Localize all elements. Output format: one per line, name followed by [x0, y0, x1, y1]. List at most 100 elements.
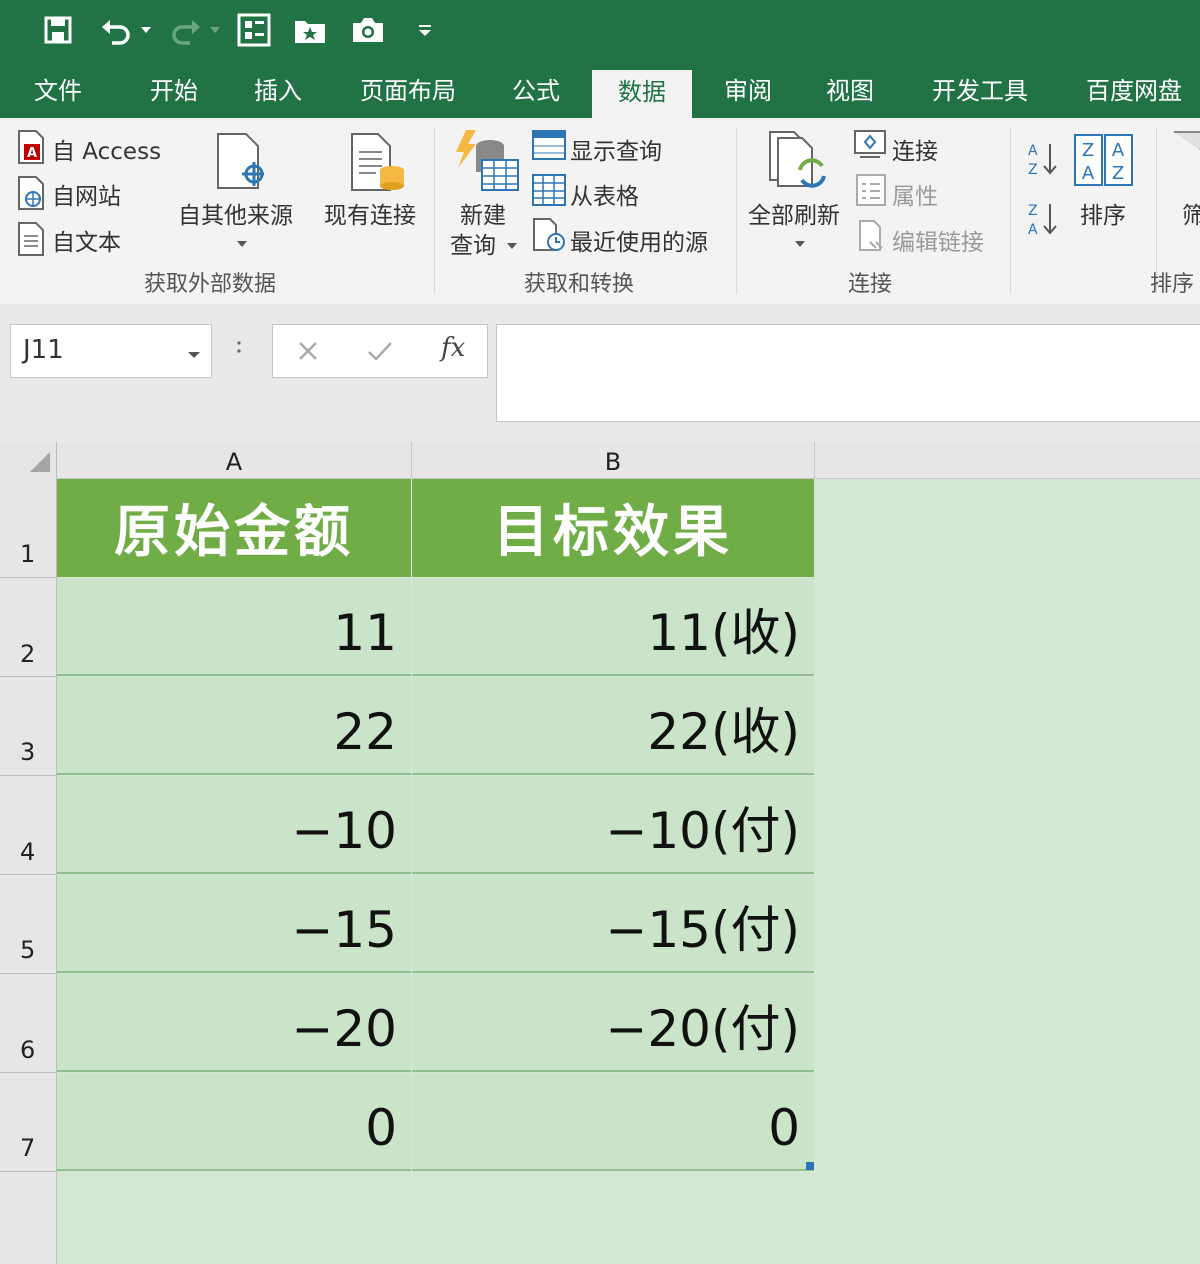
edit-links-button[interactable]: 编辑链接 [892, 223, 984, 257]
chevron-down-icon[interactable] [506, 236, 518, 255]
recent-sources-button[interactable]: 最近使用的源 [570, 223, 708, 257]
svg-text:A: A [27, 146, 37, 161]
refresh-all-button[interactable]: 全部刷新 [748, 196, 840, 230]
header-cell-b1[interactable]: 目标效果 [412, 479, 814, 577]
fill-handle[interactable] [806, 1162, 814, 1170]
cell-b5[interactable]: −15(付) [412, 875, 814, 973]
tab-baidu-netdisk[interactable]: 百度网盘 [1074, 66, 1194, 116]
svg-text:A: A [1028, 143, 1038, 159]
cancel-icon[interactable] [297, 340, 319, 366]
row-header-6[interactable]: 6 [0, 1036, 56, 1072]
tab-data[interactable]: 数据 [592, 70, 692, 118]
row-divider [0, 775, 56, 776]
tab-page-layout[interactable]: 页面布局 [348, 66, 468, 116]
sort-a-to-z-icon[interactable]: AZ [1026, 140, 1060, 182]
enter-check-icon[interactable] [367, 340, 393, 366]
undo-icon[interactable] [96, 10, 136, 50]
select-all-corner[interactable] [0, 442, 57, 478]
chevron-down-icon[interactable] [236, 234, 248, 253]
row-header-1[interactable]: 1 [0, 540, 56, 576]
row-divider [0, 874, 56, 875]
show-queries-icon [532, 130, 566, 164]
sort-button[interactable]: 排序 [1080, 196, 1126, 230]
svg-text:Z: Z [1082, 140, 1094, 161]
sort-z-to-a-icon[interactable]: ZA [1026, 200, 1060, 242]
tab-formulas[interactable]: 公式 [498, 66, 574, 116]
connections-icon [854, 130, 886, 164]
tab-home[interactable]: 开始 [136, 66, 212, 116]
chevron-down-icon[interactable] [794, 234, 806, 253]
column-header-b[interactable]: B [412, 442, 815, 478]
new-query-icon [452, 128, 520, 198]
new-query-label-2[interactable]: 查询 [450, 226, 496, 260]
cell-a6[interactable]: −20 [57, 974, 411, 1072]
row-header-5[interactable]: 5 [0, 936, 56, 972]
row-divider [0, 1072, 56, 1073]
tab-review[interactable]: 审阅 [710, 66, 786, 116]
cell-b4[interactable]: −10(付) [412, 776, 814, 874]
svg-text:A: A [1082, 163, 1095, 184]
from-text-button[interactable]: 自文本 [52, 223, 121, 257]
cell-b3[interactable]: 22(收) [412, 677, 814, 775]
cell-b6[interactable]: −20(付) [412, 974, 814, 1072]
sort-icon: ZAAZ [1074, 134, 1134, 190]
camera-icon[interactable] [348, 10, 388, 50]
recent-sources-icon [532, 218, 566, 256]
new-query-label[interactable]: 新建 [460, 196, 506, 230]
tab-developer[interactable]: 开发工具 [920, 66, 1040, 116]
show-queries-button[interactable]: 显示查询 [570, 132, 662, 166]
insert-function-icon[interactable]: fx [441, 333, 465, 363]
group-label-connections: 连接 [848, 272, 893, 297]
svg-text:Z: Z [1028, 162, 1038, 178]
ribbon-divider [1010, 128, 1011, 294]
new-folder-icon[interactable] [290, 10, 330, 50]
ribbon-divider [736, 128, 737, 294]
name-box[interactable]: J11 [10, 324, 212, 378]
cell-a4[interactable]: −10 [57, 776, 411, 874]
properties-button[interactable]: 属性 [892, 177, 938, 211]
svg-text:A: A [1112, 140, 1125, 161]
group-label-get-external-data: 获取外部数据 [144, 272, 277, 297]
row-header-2[interactable]: 2 [0, 640, 56, 676]
row-header-7[interactable]: 7 [0, 1134, 56, 1170]
redo-icon [166, 10, 206, 50]
row-divider [0, 1171, 56, 1172]
cell-a2[interactable]: 11 [57, 578, 411, 676]
from-table-icon [532, 174, 566, 210]
from-access-button[interactable]: 自 Access [52, 132, 161, 166]
form-icon[interactable] [234, 10, 274, 50]
tab-file[interactable]: 文件 [18, 66, 98, 116]
from-web-button[interactable]: 自网站 [52, 177, 121, 211]
tab-view[interactable]: 视图 [812, 66, 888, 116]
connections-button[interactable]: 连接 [892, 132, 938, 166]
customize-qat-icon[interactable] [412, 10, 438, 50]
row-header-4[interactable]: 4 [0, 838, 56, 874]
cell-a3[interactable]: 22 [57, 677, 411, 775]
svg-text:Z: Z [1028, 203, 1038, 219]
formula-input[interactable] [496, 324, 1200, 422]
filter-button[interactable]: 筛 [1182, 196, 1200, 230]
cell-b7[interactable]: 0 [412, 1073, 814, 1171]
existing-connections-button[interactable]: 现有连接 [324, 196, 416, 230]
header-cell-a1[interactable]: 原始金额 [57, 479, 411, 577]
from-table-button[interactable]: 从表格 [570, 177, 639, 211]
refresh-all-icon [768, 130, 830, 196]
access-icon: A [16, 130, 46, 168]
resize-dots-icon[interactable] [236, 338, 246, 368]
cell-a5[interactable]: −15 [57, 875, 411, 973]
existing-connections-icon [350, 132, 408, 196]
row-divider [0, 577, 56, 578]
edit-links-icon [858, 220, 888, 256]
row-header-3[interactable]: 3 [0, 738, 56, 774]
web-icon [16, 176, 46, 214]
from-other-sources-button[interactable]: 自其他来源 [178, 196, 293, 230]
cell-b2[interactable]: 11(收) [412, 578, 814, 676]
tab-insert[interactable]: 插入 [240, 66, 316, 116]
formula-buttons: fx [272, 324, 488, 378]
chevron-down-icon[interactable] [187, 345, 201, 364]
column-header-a[interactable]: A [57, 442, 412, 478]
other-sources-icon [214, 132, 266, 194]
undo-dropdown-icon[interactable] [136, 10, 156, 50]
cell-a7[interactable]: 0 [57, 1073, 411, 1171]
save-icon[interactable] [38, 10, 78, 50]
